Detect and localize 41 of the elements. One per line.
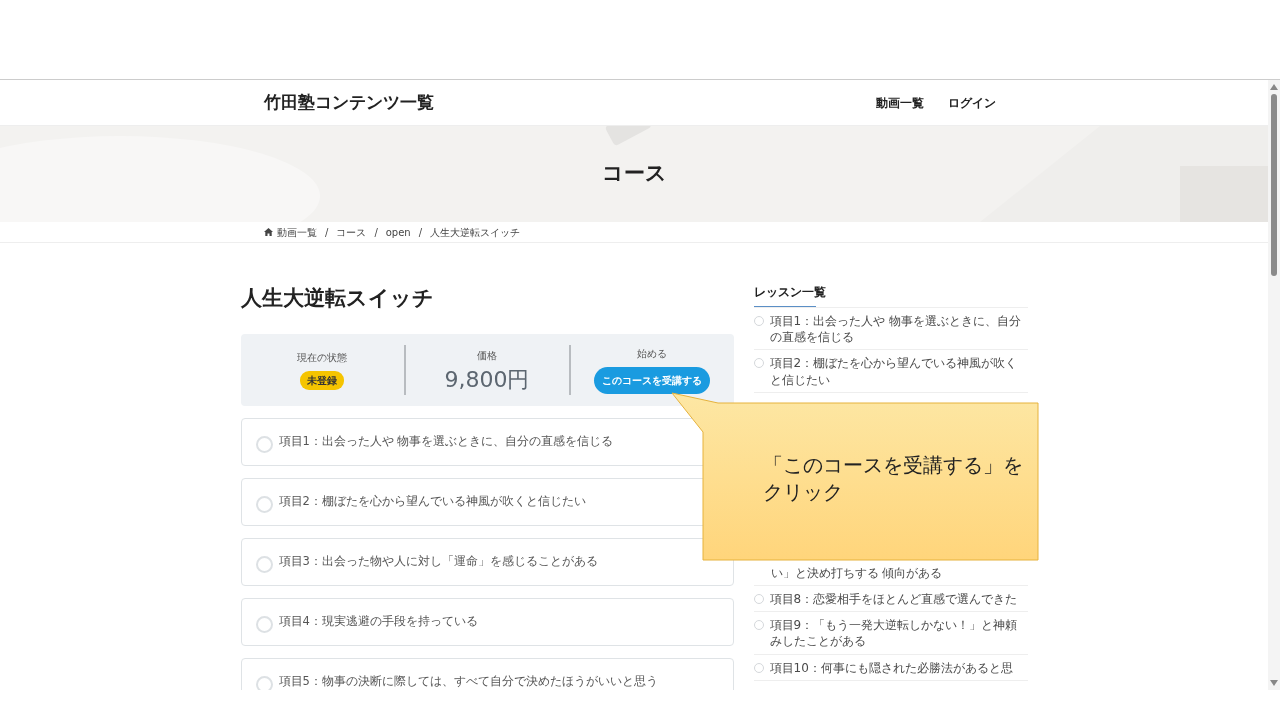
scrollbar[interactable]	[1268, 80, 1280, 690]
scroll-up-icon[interactable]	[1270, 84, 1278, 90]
instruction-tooltip: 「このコースを受講する」を クリック	[670, 392, 1040, 562]
lesson-title: 項目3：出会った物や人に対し「運命」を感じることがある	[278, 552, 598, 570]
lesson-title: 項目2：棚ぼたを心から望んでいる神風が吹くと信じたい	[278, 492, 586, 510]
breadcrumb-separator: /	[418, 225, 423, 240]
course-title: 人生大逆転スイッチ	[240, 285, 435, 312]
breadcrumb-separator: /	[374, 225, 378, 240]
nav-link[interactable]: 動画一覧	[876, 93, 924, 112]
price-value: 9,800円	[444, 369, 530, 391]
sidebar-lesson[interactable]: 項目1：出会った人や 物事を選ぶときに、自分の直感を信じる	[753, 308, 1028, 351]
sidebar-lesson-text: 項目1：出会った人や 物事を選ぶときに、自分の直感を信じる	[769, 313, 1022, 346]
sidebar-lesson-text: 項目8：恋愛相手をほとんど直感で選んできた	[769, 590, 1018, 608]
breadcrumb-separator: /	[325, 225, 329, 240]
page-heading: コース	[601, 160, 667, 188]
breadcrumb-link[interactable]: 動画一覧	[277, 224, 317, 240]
breadcrumb-link[interactable]: コース	[336, 224, 367, 240]
lesson-title: 項目1：出会った人や 物事を選ぶときに、自分の直感を信じる	[278, 432, 614, 450]
sidebar-lesson-text: 項目10：何事にも隠された必勝法があると思	[769, 659, 1013, 676]
sidebar-lesson-text: 項目2：棚ぼたを心から望んでいる神風が吹くと信じたい	[769, 355, 1019, 388]
start-label: 始める	[637, 346, 667, 361]
sidebar-lesson-text[interactable]: い」と決め打ちする 傾向がある	[753, 564, 1028, 586]
nav-link[interactable]: ログイン	[948, 93, 996, 112]
scrollbar-thumb[interactable]	[1271, 94, 1277, 276]
breadcrumb-current: 人生大逆転スイッチ	[430, 225, 521, 240]
status-badge: 未登録	[300, 370, 344, 390]
price-label: 価格	[477, 349, 497, 363]
sidebar-lesson-text: 項目9：「もう一発大逆転しかない！」と神頼みしたことがある	[769, 617, 1019, 650]
breadcrumb-link[interactable]: open	[385, 224, 411, 240]
scroll-down-icon[interactable]	[1270, 680, 1278, 686]
lesson-card[interactable]: 項目4：現実逃避の手段を持っている	[240, 597, 734, 646]
sidebar-lesson[interactable]: 項目9：「もう一発大逆転しかない！」と神頼みしたことがある	[753, 612, 1028, 655]
sidebar-lesson[interactable]: 項目10：何事にも隠された必勝法があると思	[753, 654, 1028, 681]
sidebar-lesson[interactable]: 項目2：棚ぼたを心から望んでいる神風が吹くと信じたい	[753, 350, 1028, 393]
sidebar-lesson[interactable]: 項目8：恋愛相手をほとんど直感で選んできた	[753, 585, 1028, 613]
site-logo[interactable]: 竹田塾コンテンツ一覧	[264, 89, 434, 116]
status-label: 現在の状態	[297, 350, 347, 365]
lesson-title: 項目4：現実逃避の手段を持っている	[278, 612, 478, 630]
lesson-title: 項目5：物事の決断に際しては、すべて自分で決めたほうがいいと思う	[278, 672, 658, 690]
home-icon	[264, 228, 273, 236]
lesson-card[interactable]: 項目5：物事の決断に際しては、すべて自分で決めたほうがいいと思う	[240, 657, 734, 690]
